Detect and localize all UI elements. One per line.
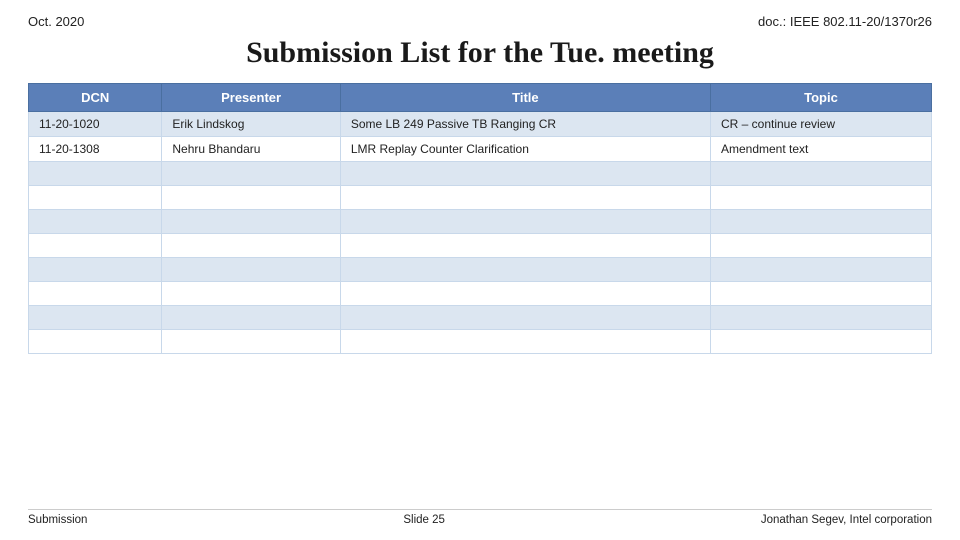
date-label: Oct. 2020 <box>28 14 84 29</box>
cell-presenter <box>162 330 340 354</box>
cell-title <box>340 210 710 234</box>
cell-title <box>340 162 710 186</box>
table-row: 11-20-1020Erik LindskogSome LB 249 Passi… <box>29 112 932 137</box>
footer-bar: Submission Slide 25 Jonathan Segev, Inte… <box>28 509 932 526</box>
footer-center: Slide 25 <box>403 514 445 526</box>
cell-presenter: Nehru Bhandaru <box>162 137 340 162</box>
cell-dcn <box>29 330 162 354</box>
cell-title: LMR Replay Counter Clarification <box>340 137 710 162</box>
submission-table: DCN Presenter Title Topic 11-20-1020Erik… <box>28 83 932 354</box>
table-row: 11-20-1308Nehru BhandaruLMR Replay Count… <box>29 137 932 162</box>
cell-topic <box>710 234 931 258</box>
doc-reference: doc.: IEEE 802.11-20/1370r26 <box>758 14 932 29</box>
col-header-topic: Topic <box>710 84 931 112</box>
cell-presenter <box>162 306 340 330</box>
cell-topic <box>710 282 931 306</box>
submission-table-container: DCN Presenter Title Topic 11-20-1020Erik… <box>28 83 932 501</box>
cell-title <box>340 186 710 210</box>
cell-presenter <box>162 258 340 282</box>
table-row <box>29 306 932 330</box>
cell-presenter: Erik Lindskog <box>162 112 340 137</box>
col-header-dcn: DCN <box>29 84 162 112</box>
cell-dcn <box>29 258 162 282</box>
cell-presenter <box>162 234 340 258</box>
table-row <box>29 330 932 354</box>
cell-dcn: 11-20-1020 <box>29 112 162 137</box>
table-row <box>29 210 932 234</box>
slide: Oct. 2020 doc.: IEEE 802.11-20/1370r26 S… <box>0 0 960 540</box>
header-bar: Oct. 2020 doc.: IEEE 802.11-20/1370r26 <box>28 14 932 29</box>
cell-presenter <box>162 282 340 306</box>
cell-title <box>340 330 710 354</box>
table-row <box>29 258 932 282</box>
cell-title <box>340 258 710 282</box>
cell-topic: CR – continue review <box>710 112 931 137</box>
footer-left: Submission <box>28 514 87 526</box>
cell-title <box>340 306 710 330</box>
cell-title <box>340 282 710 306</box>
page-title: Submission List for the Tue. meeting <box>28 35 932 71</box>
cell-dcn <box>29 186 162 210</box>
cell-topic <box>710 306 931 330</box>
cell-presenter <box>162 210 340 234</box>
cell-dcn <box>29 234 162 258</box>
table-row <box>29 186 932 210</box>
cell-topic <box>710 258 931 282</box>
cell-title <box>340 234 710 258</box>
cell-title: Some LB 249 Passive TB Ranging CR <box>340 112 710 137</box>
col-header-presenter: Presenter <box>162 84 340 112</box>
cell-dcn <box>29 162 162 186</box>
table-row <box>29 282 932 306</box>
footer-right: Jonathan Segev, Intel corporation <box>761 514 932 526</box>
cell-presenter <box>162 162 340 186</box>
cell-dcn <box>29 282 162 306</box>
cell-topic <box>710 210 931 234</box>
table-row <box>29 162 932 186</box>
cell-dcn <box>29 306 162 330</box>
table-row <box>29 234 932 258</box>
cell-topic: Amendment text <box>710 137 931 162</box>
cell-topic <box>710 186 931 210</box>
cell-presenter <box>162 186 340 210</box>
col-header-title: Title <box>340 84 710 112</box>
cell-topic <box>710 330 931 354</box>
table-header-row: DCN Presenter Title Topic <box>29 84 932 112</box>
cell-dcn: 11-20-1308 <box>29 137 162 162</box>
cell-topic <box>710 162 931 186</box>
cell-dcn <box>29 210 162 234</box>
